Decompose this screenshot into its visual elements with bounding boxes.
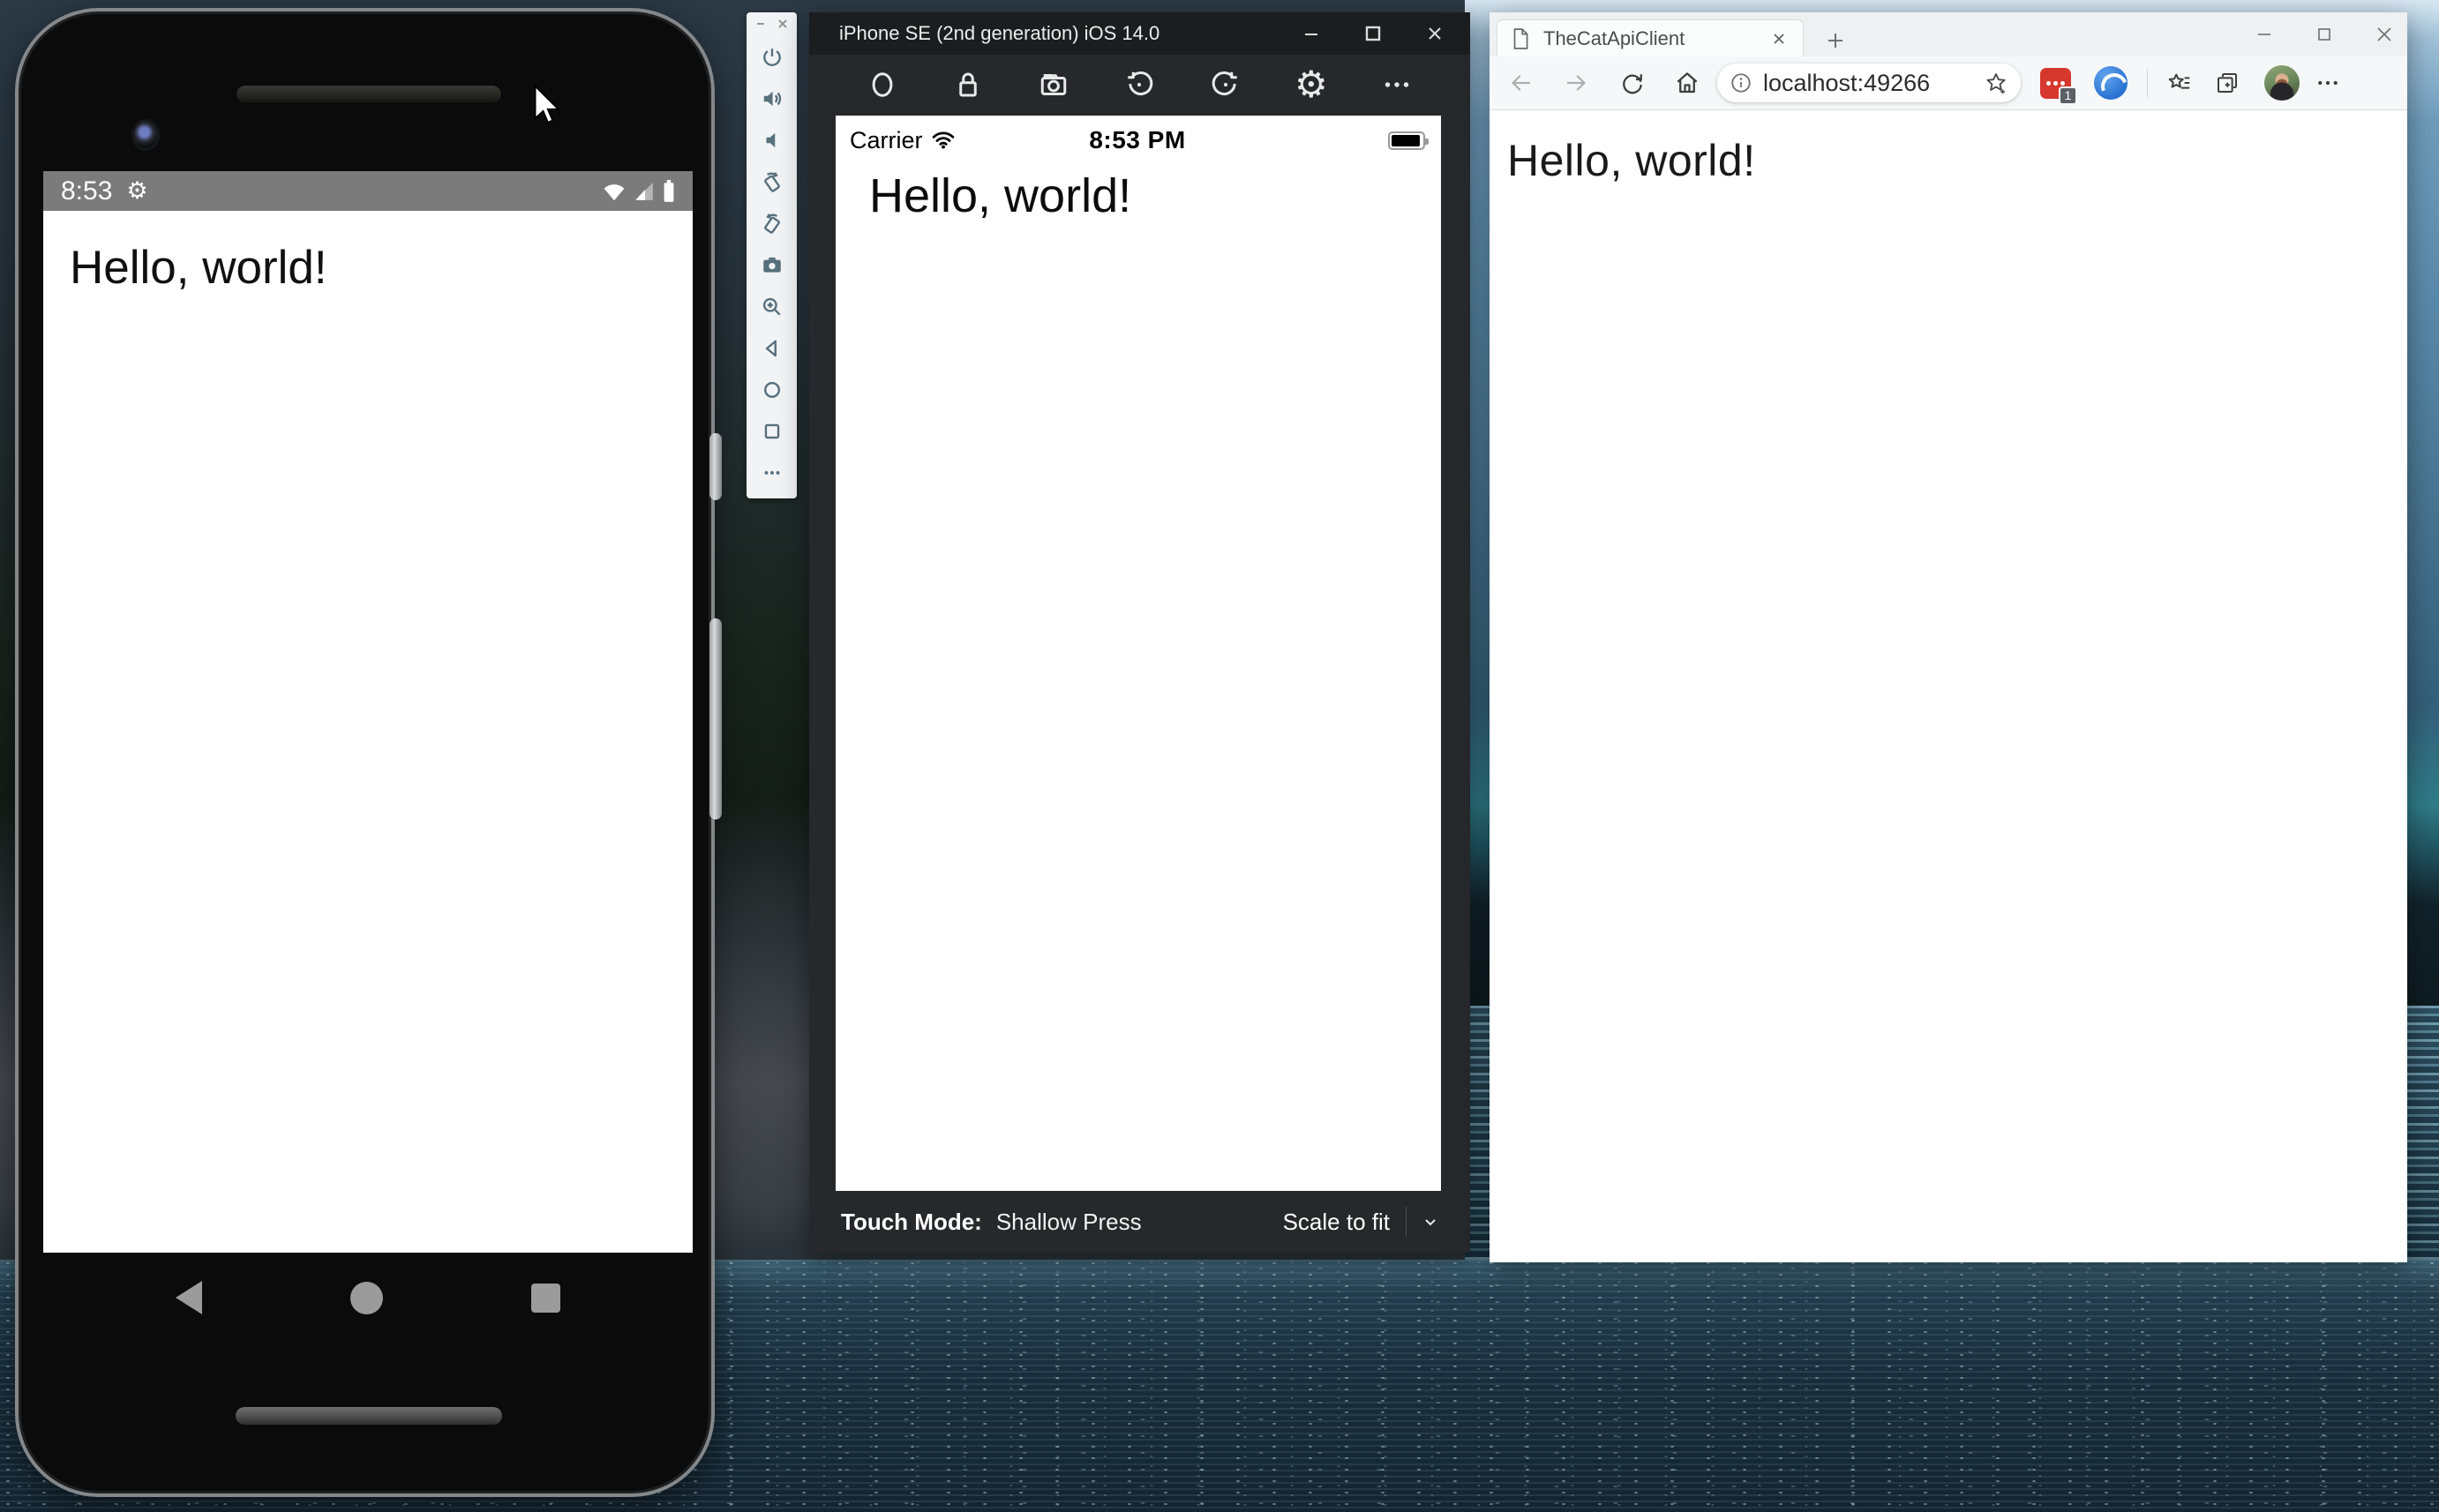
url-text[interactable]: localhost:49266: [1763, 70, 1984, 97]
android-screen[interactable]: 8:53 ⚙ Hello, world!: [43, 171, 693, 1253]
rotate-left-icon[interactable]: [757, 167, 787, 197]
forward-icon[interactable]: [1558, 65, 1594, 101]
settings-notification-icon: ⚙: [126, 179, 147, 203]
screenshot-camera-icon[interactable]: [1035, 66, 1072, 103]
android-status-bar: 8:53 ⚙: [43, 171, 693, 211]
toolbar-close-icon[interactable]: [777, 18, 789, 35]
android-back-button[interactable]: [176, 1281, 202, 1314]
ios-simulator-window: iPhone SE (2nd generation) iOS 14.0: [809, 12, 1470, 1253]
browser-window: TheCatApiClient: [1490, 12, 2407, 1262]
maximize-icon[interactable]: [1364, 25, 1382, 42]
profile-avatar[interactable]: [2264, 65, 2300, 101]
lock-icon[interactable]: [949, 66, 987, 103]
minimize-icon[interactable]: [1302, 25, 1320, 42]
home-icon[interactable]: [864, 66, 901, 103]
simulator-title-bar: iPhone SE (2nd generation) iOS 14.0: [809, 12, 1470, 55]
cell-signal-icon: [634, 181, 655, 202]
add-favorite-star-icon[interactable]: [1984, 71, 2008, 95]
page-greeting-text: Hello, world!: [1490, 110, 2407, 186]
extension-badge: 1: [2059, 86, 2077, 105]
collections-icon[interactable]: [2210, 65, 2245, 101]
back-icon[interactable]: [757, 333, 787, 363]
status-time: 8:53: [61, 176, 112, 206]
site-info-icon[interactable]: [1730, 71, 1752, 94]
power-icon[interactable]: [757, 42, 787, 72]
settings-gear-icon[interactable]: ⚙: [1293, 66, 1330, 103]
minimize-icon[interactable]: [2255, 26, 2273, 43]
home-icon[interactable]: [757, 375, 787, 405]
emulator-toolbar: [747, 12, 797, 498]
browser-toolbar: localhost:49266 1: [1490, 56, 2407, 110]
back-icon[interactable]: [1504, 65, 1539, 101]
more-icon[interactable]: [1378, 66, 1415, 103]
tab-thecatapiclient[interactable]: TheCatApiClient: [1497, 19, 1804, 56]
wifi-icon: [932, 131, 955, 150]
ios-status-bar: Carrier 8:53 PM: [836, 116, 1441, 154]
password-manager-extension-icon[interactable]: 1: [2040, 68, 2071, 99]
tab-title: TheCatApiClient: [1543, 27, 1767, 50]
settings-more-icon[interactable]: [2310, 65, 2345, 101]
simulator-toolbar: ⚙: [809, 55, 1470, 115]
battery-icon: [663, 180, 675, 203]
page-document-icon: [1510, 27, 1531, 50]
carrier-label: Carrier: [850, 127, 923, 154]
favorites-bar-icon[interactable]: [2162, 65, 2197, 101]
rotate-left-icon[interactable]: [1121, 66, 1158, 103]
bottom-speaker: [236, 1407, 502, 1425]
wifi-icon: [603, 181, 626, 202]
overview-icon[interactable]: [757, 416, 787, 446]
rotate-right-icon[interactable]: [1207, 66, 1244, 103]
mouse-cursor: [534, 85, 566, 127]
front-camera: [131, 119, 160, 151]
blue-globe-extension-icon[interactable]: [2094, 66, 2128, 100]
volume-down-icon[interactable]: [757, 125, 787, 155]
android-emulator-window: 8:53 ⚙ Hello, world!: [15, 8, 715, 1497]
ios-screen[interactable]: Carrier 8:53 PM Hello, world!: [836, 116, 1441, 1191]
close-icon[interactable]: [1426, 25, 1444, 42]
new-tab-icon[interactable]: [1820, 25, 1851, 56]
battery-icon: [1388, 131, 1425, 150]
touch-mode-label: Touch Mode:: [841, 1209, 982, 1236]
ios-greeting-text: Hello, world!: [836, 154, 1441, 223]
volume-up-icon[interactable]: [757, 84, 787, 114]
android-home-button[interactable]: [350, 1282, 383, 1314]
toolbar-minimize-icon[interactable]: [754, 18, 767, 35]
status-time: 8:53 PM: [1041, 126, 1233, 154]
earpiece-speaker: [236, 85, 502, 104]
power-hardware-button[interactable]: [709, 433, 722, 500]
desktop: { "android_emulator": { "status_bar": { …: [0, 0, 2439, 1512]
scale-mode-dropdown[interactable]: Scale to fit: [1283, 1207, 1438, 1237]
android-overview-button[interactable]: [531, 1284, 560, 1313]
window-title: iPhone SE (2nd generation) iOS 14.0: [839, 22, 1159, 45]
volume-hardware-button[interactable]: [709, 618, 722, 820]
screenshot-camera-icon[interactable]: [757, 250, 787, 280]
android-greeting-text: Hello, world!: [43, 211, 693, 295]
zoom-icon[interactable]: [757, 292, 787, 322]
refresh-icon[interactable]: [1615, 65, 1650, 101]
simulator-bottom-bar: Touch Mode: Shallow Press Scale to fit: [809, 1191, 1470, 1253]
tab-close-icon[interactable]: [1767, 27, 1790, 50]
maximize-icon[interactable]: [2315, 26, 2333, 43]
close-icon[interactable]: [2375, 26, 2393, 43]
tab-strip: TheCatApiClient: [1490, 12, 2407, 56]
browser-page[interactable]: Hello, world!: [1490, 110, 2407, 1261]
chevron-down-icon: [1422, 1214, 1438, 1230]
touch-mode-value: Shallow Press: [996, 1209, 1142, 1236]
rotate-right-icon[interactable]: [757, 208, 787, 238]
android-nav-bar: [43, 1261, 693, 1335]
more-icon[interactable]: [757, 458, 787, 488]
address-bar[interactable]: localhost:49266: [1717, 64, 2021, 102]
home-icon[interactable]: [1670, 65, 1705, 101]
